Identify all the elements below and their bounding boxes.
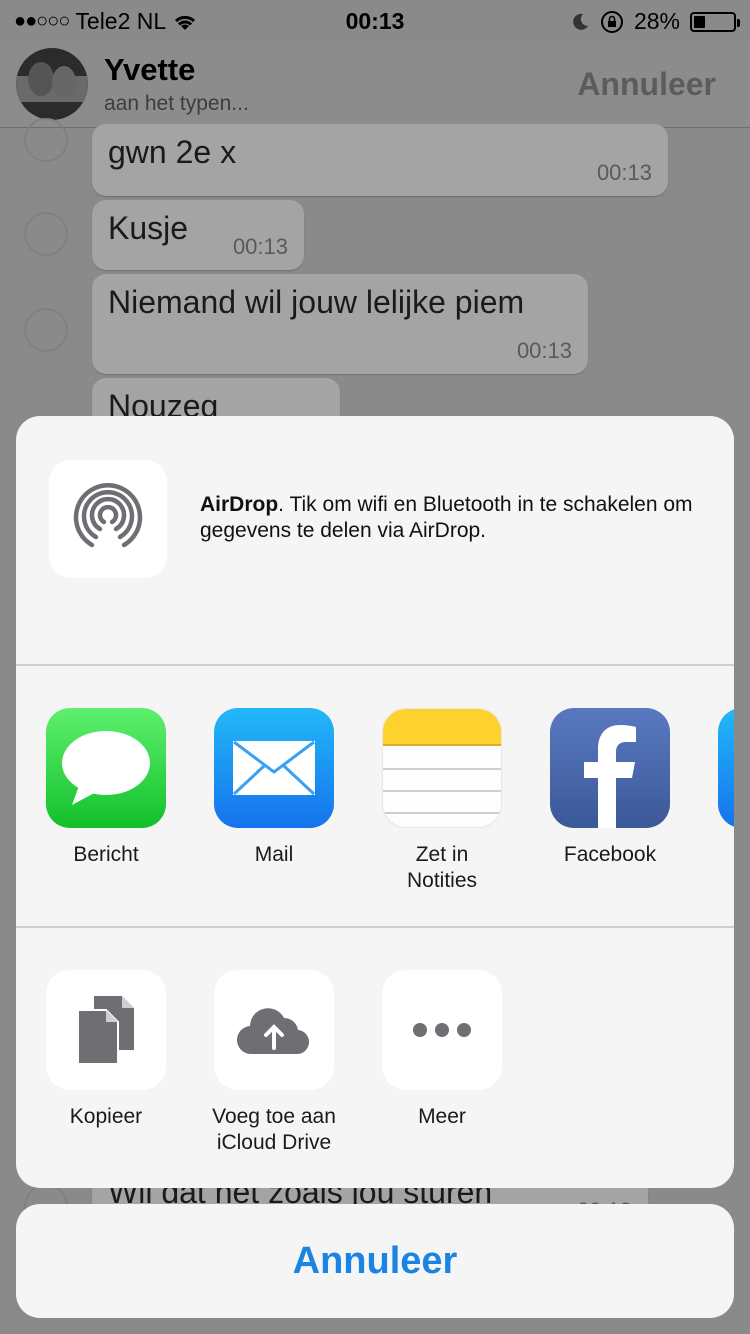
message-text: Kusje xyxy=(108,210,189,246)
mail-icon xyxy=(214,708,334,828)
chat-header: Yvette aan het typen... Annuleer xyxy=(0,40,750,128)
message-text: gwn 2e x xyxy=(108,134,237,170)
action-label: Kopieer xyxy=(69,1105,143,1128)
share-app-label: Bericht xyxy=(73,843,139,866)
cancel-label: Annuleer xyxy=(292,1239,458,1282)
share-app-label: Zet in Notities xyxy=(406,843,478,892)
share-app-facebook[interactable]: Facebook xyxy=(526,708,694,868)
copy-icon xyxy=(46,970,166,1090)
share-sheet: AirDrop. Tik om wifi en Bluetooth in te … xyxy=(16,416,734,1188)
share-app-notes[interactable]: Zet in Notities xyxy=(358,708,526,894)
share-app-messages[interactable]: Bericht xyxy=(22,708,190,868)
message-time: 00:13 xyxy=(516,338,572,363)
message-time: 00:13 xyxy=(596,160,652,185)
contact-name[interactable]: Yvette xyxy=(104,52,195,88)
rotation-lock-icon xyxy=(600,10,623,33)
message-bubble[interactable]: gwn 2e x 00:13 xyxy=(92,124,668,196)
header-cancel-button[interactable]: Annuleer xyxy=(577,66,716,103)
app-icon xyxy=(718,708,734,828)
icloud-upload-icon xyxy=(214,970,334,1090)
cancel-button[interactable]: Annuleer xyxy=(16,1204,734,1318)
airdrop-title: AirDrop xyxy=(200,493,279,516)
select-circle[interactable] xyxy=(24,308,68,352)
share-app-partial[interactable] xyxy=(694,708,734,828)
action-label: Meer xyxy=(418,1105,466,1128)
action-copy[interactable]: Kopieer xyxy=(22,970,190,1130)
share-app-label: Facebook xyxy=(563,843,657,866)
status-bar: ●●○○○ Tele2 NL 00:13 28% xyxy=(0,0,750,40)
battery-icon xyxy=(690,11,740,32)
avatar[interactable] xyxy=(16,48,88,120)
message-time: 00:13 xyxy=(232,234,288,259)
contact-status: aan het typen... xyxy=(104,92,249,115)
select-circle[interactable] xyxy=(24,212,68,256)
message-bubble[interactable]: Niemand wil jouw lelijke piem 00:13 xyxy=(92,274,588,374)
more-icon xyxy=(382,970,502,1090)
message-text: Niemand wil jouw lelijke piem xyxy=(108,284,525,320)
share-actions-row: Kopieer Voeg toe aan iCloud Drive Meer xyxy=(16,930,734,1188)
status-right: 28% xyxy=(570,8,740,35)
select-circle[interactable] xyxy=(24,118,68,162)
moon-icon xyxy=(573,13,588,30)
action-label: Voeg toe aan iCloud Drive xyxy=(212,1105,336,1154)
messages-icon xyxy=(46,708,166,828)
message-bubble[interactable]: Kusje 00:13 xyxy=(92,200,304,270)
airdrop-description: AirDrop. Tik om wifi en Bluetooth in te … xyxy=(200,492,700,544)
share-app-label: Mail xyxy=(254,843,294,866)
action-more[interactable]: Meer xyxy=(358,970,526,1130)
notes-icon xyxy=(382,708,502,828)
action-icloud-drive[interactable]: Voeg toe aan iCloud Drive xyxy=(190,970,358,1156)
airdrop-icon[interactable] xyxy=(49,460,167,578)
battery-percentage: 28% xyxy=(633,8,680,34)
share-apps-row: Bericht Mail Zet in Notities Facebook xyxy=(16,668,734,928)
airdrop-section[interactable]: AirDrop. Tik om wifi en Bluetooth in te … xyxy=(16,416,734,666)
share-app-mail[interactable]: Mail xyxy=(190,708,358,868)
facebook-icon xyxy=(550,708,670,828)
